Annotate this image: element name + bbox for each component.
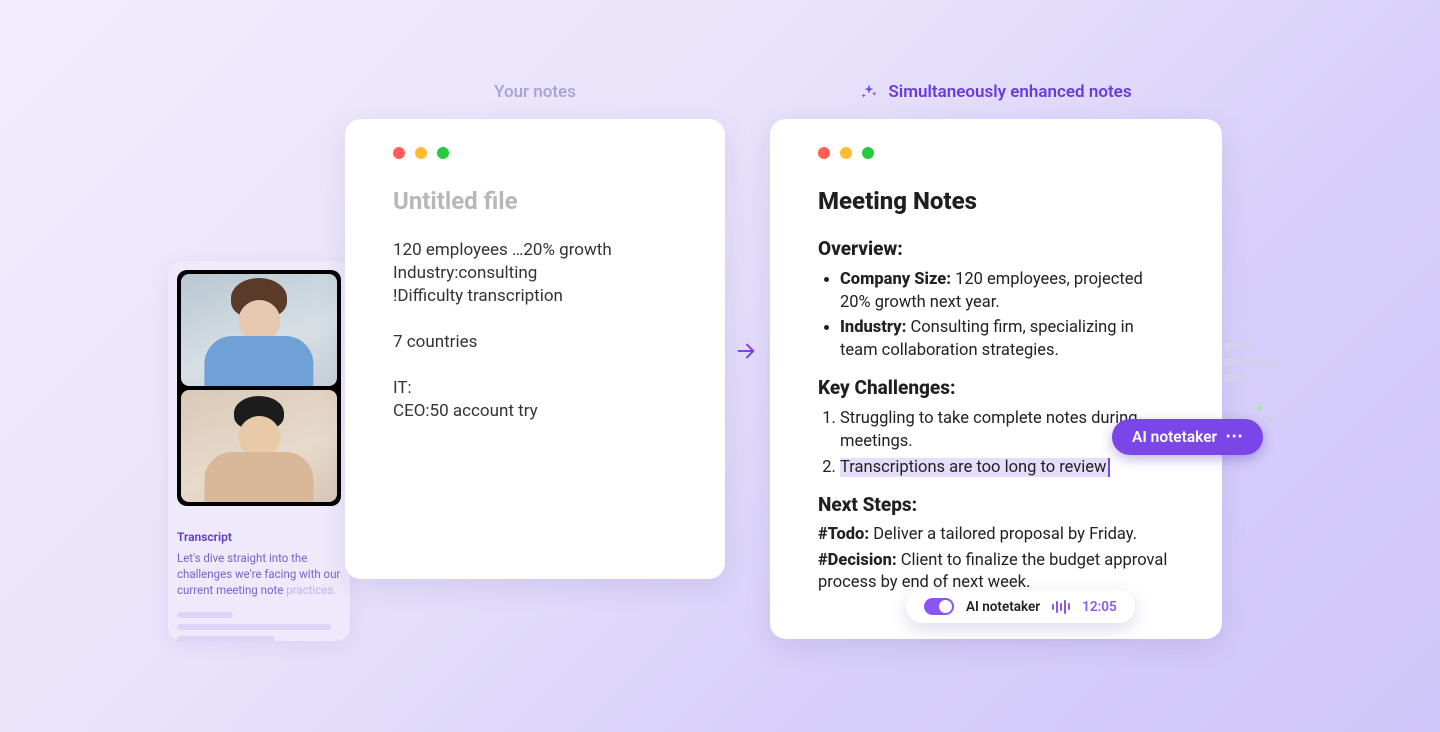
challenges-heading: Key Challenges: <box>818 376 1174 399</box>
overview-list: Company Size: 120 employees, projected 2… <box>818 268 1174 362</box>
minimize-icon[interactable] <box>415 147 427 159</box>
left-card-body: 120 employees …20% growth Industry:consu… <box>393 239 677 423</box>
transcript-label: Transcript <box>177 530 341 544</box>
ai-toggle[interactable] <box>924 598 954 615</box>
decorative-lines <box>1224 342 1276 390</box>
close-icon[interactable] <box>818 147 830 159</box>
close-icon[interactable] <box>393 147 405 159</box>
enhanced-notes-card: Meeting Notes Overview: Company Size: 12… <box>770 119 1222 639</box>
next-steps-heading: Next Steps: <box>818 493 1174 516</box>
transcript-card: Transcript Let's dive straight into the … <box>168 261 350 641</box>
transcript-text: Let's dive straight into the challenges … <box>177 550 341 598</box>
pill-label: AI notetaker <box>966 599 1040 615</box>
enhanced-notes-heading: Simultaneously enhanced notes <box>770 82 1222 102</box>
video-tile-2 <box>181 390 337 502</box>
video-call-preview <box>177 270 341 506</box>
arrow-right-icon <box>735 340 757 362</box>
challenge-item: Transcriptions are too long to review <box>840 456 1174 479</box>
left-card-title: Untitled file <box>393 187 677 215</box>
sparkle-icon <box>1264 416 1276 428</box>
window-controls <box>818 147 1174 159</box>
ai-tooltip-label: AI notetaker <box>1132 428 1217 446</box>
window-controls <box>393 147 677 159</box>
enhanced-notes-text: Simultaneously enhanced notes <box>888 82 1131 102</box>
next-step: #Decision: Client to finalize the budget… <box>818 550 1174 595</box>
ai-notetaker-pill[interactable]: AI notetaker 12:05 <box>906 590 1135 623</box>
overview-item: Industry: Consulting firm, specializing … <box>840 316 1174 362</box>
ellipsis-icon <box>1225 428 1243 446</box>
right-card-title: Meeting Notes <box>818 187 1174 215</box>
waveform-icon <box>1052 600 1070 614</box>
sparkle-icon <box>860 83 878 101</box>
pill-time: 12:05 <box>1082 599 1117 615</box>
maximize-icon[interactable] <box>862 147 874 159</box>
ai-notetaker-tooltip[interactable]: AI notetaker <box>1112 419 1263 455</box>
your-notes-card: Untitled file 120 employees …20% growth … <box>345 119 725 579</box>
your-notes-heading: Your notes <box>345 82 725 102</box>
next-step: #Todo: Deliver a tailored proposal by Fr… <box>818 524 1174 546</box>
overview-heading: Overview: <box>818 237 1174 260</box>
overview-item: Company Size: 120 employees, projected 2… <box>840 268 1174 314</box>
maximize-icon[interactable] <box>437 147 449 159</box>
minimize-icon[interactable] <box>840 147 852 159</box>
video-tile-1 <box>181 274 337 386</box>
transcript-skeleton <box>177 612 341 642</box>
